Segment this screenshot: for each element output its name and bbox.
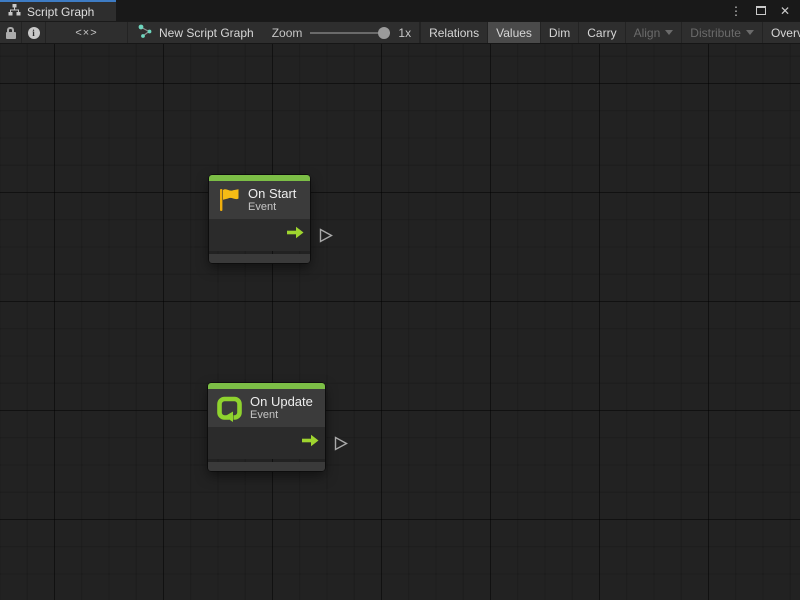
zoom-value: 1x [398,26,411,40]
output-port-triangle[interactable] [334,436,348,451]
graph-toolbar: i <×> New Script Graph Zoom 1x [0,21,800,44]
tabbar-spacer [116,0,730,21]
info-icon: i [28,27,40,39]
zoom-slider-handle[interactable] [378,27,390,39]
overview-button[interactable]: Overview [762,22,800,43]
flow-arrow-icon [287,226,304,244]
code-icon: <×> [75,27,97,39]
flow-arrow-icon [302,434,319,452]
carry-toggle[interactable]: Carry [578,22,624,43]
node-on-start[interactable]: On Start Event [209,175,310,263]
code-preview-button[interactable]: <×> [46,22,128,43]
script-graph-window: Script Graph ⋮ ✕ i <×> [0,0,800,600]
node-title: On Update [250,394,313,409]
close-icon[interactable]: ✕ [780,5,790,17]
zoom-label: Zoom [272,26,303,40]
node-footer [208,462,325,471]
graph-hierarchy-icon [8,4,21,19]
output-port-triangle[interactable] [319,228,333,243]
node-footer [209,254,310,263]
tab-bar: Script Graph ⋮ ✕ [0,0,800,21]
graph-canvas[interactable]: On Start Event [0,44,800,600]
node-port-row[interactable] [208,427,325,459]
more-menu-icon[interactable]: ⋮ [730,5,742,17]
window-controls: ⋮ ✕ [730,0,800,21]
graph-breadcrumb[interactable]: New Script Graph [128,22,264,43]
node-port-row[interactable] [209,219,310,251]
lock-button[interactable] [0,22,22,43]
flag-icon [217,187,241,213]
inspect-button[interactable]: i [22,22,46,43]
distribute-dropdown: Distribute [681,22,762,43]
graph-name-label: New Script Graph [159,26,254,40]
tab-script-graph[interactable]: Script Graph [0,0,116,21]
padlock-icon [6,27,16,39]
dropdown-arrow-icon [665,30,673,35]
node-subtitle: Event [250,409,313,422]
node-header[interactable]: On Start Event [209,181,310,219]
zoom-slider[interactable] [310,27,390,39]
values-toggle[interactable]: Values [487,22,540,43]
loop-icon [216,395,243,422]
new-graph-icon [138,24,153,41]
node-header[interactable]: On Update Event [208,389,325,427]
dropdown-arrow-icon [746,30,754,35]
node-on-update[interactable]: On Update Event [208,383,325,471]
node-titles: On Update Event [250,394,313,422]
node-subtitle: Event [248,201,296,214]
zoom-control: Zoom 1x [264,22,420,43]
align-dropdown: Align [625,22,682,43]
relations-toggle[interactable]: Relations [420,22,487,43]
dim-toggle[interactable]: Dim [540,22,578,43]
maximize-icon[interactable] [756,2,766,20]
node-title: On Start [248,186,296,201]
node-titles: On Start Event [248,186,296,214]
tab-title: Script Graph [27,5,94,19]
